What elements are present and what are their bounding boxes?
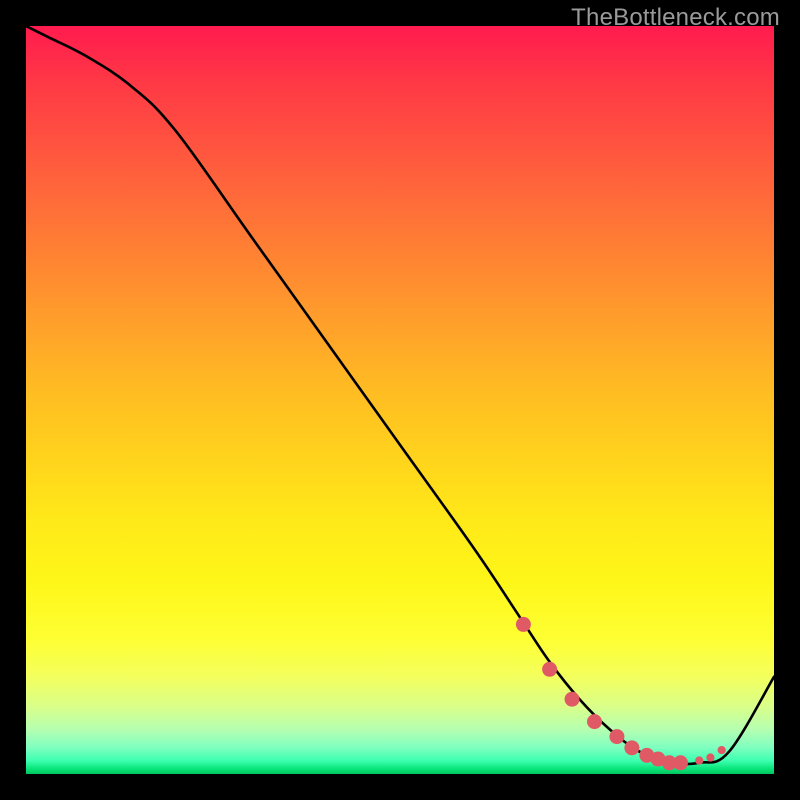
chart-plot-area [26, 26, 774, 774]
marker-dot [587, 714, 602, 729]
marker-dot [706, 753, 714, 761]
marker-dot [542, 662, 557, 677]
chart-stage: TheBottleneck.com [0, 0, 800, 800]
marker-dot [624, 740, 639, 755]
marker-dot [718, 746, 726, 754]
marker-dot [673, 755, 688, 770]
marker-dot [695, 756, 703, 764]
chart-svg [26, 26, 774, 774]
marker-dot [609, 729, 624, 744]
flat-region-markers [516, 617, 726, 770]
marker-dot [565, 692, 580, 707]
marker-dot [516, 617, 531, 632]
curve-line [26, 26, 774, 764]
watermark-text: TheBottleneck.com [571, 4, 780, 32]
